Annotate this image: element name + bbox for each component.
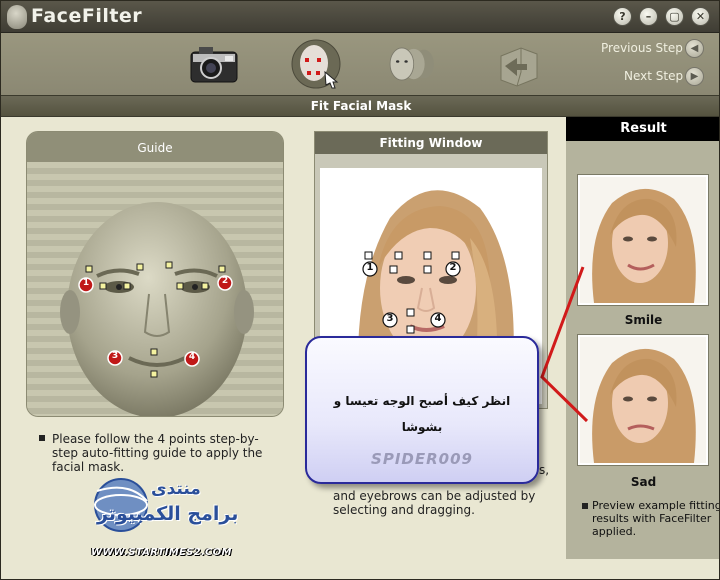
forum-url: WWW.STARTIMES2.COM <box>91 547 232 558</box>
result-sad-image <box>578 335 708 465</box>
overlay-line-1: انظر كيف أصبح الوجه تعيسا و <box>333 394 511 408</box>
facefilter-window: FaceFilter ? – ▢ ✕ Previous Step ◀ Next … <box>0 0 720 580</box>
fit-point-4[interactable]: 4 <box>431 313 445 324</box>
fit-point-1[interactable]: 1 <box>363 262 377 273</box>
fit-point-3[interactable]: 3 <box>383 313 397 324</box>
guide-point-4: 4 <box>188 352 196 362</box>
guide-note: Please follow the 4 points step-by-step … <box>52 432 263 474</box>
guide-bullet <box>39 435 45 441</box>
forum-name-line2: برامج الكمبيوتر <box>97 503 239 525</box>
guide-panel: Guide 1 2 3 4 <box>26 131 284 417</box>
fitting-note: and eyebrows can be adjusted by selectin… <box>333 489 536 517</box>
guide-point-3: 3 <box>111 351 119 361</box>
help-icon[interactable]: ? <box>613 7 632 26</box>
result-bullet <box>582 503 588 509</box>
guide-title: Guide <box>27 132 283 162</box>
app-logo-icon <box>7 5 27 29</box>
step-toolbar: Previous Step ◀ Next Step ▶ <box>1 33 719 95</box>
fitting-window-title: Fitting Window <box>315 132 547 154</box>
arabic-overlay-box: انظر كيف أصبح الوجه تعيسا و بشوشا SPIDER… <box>305 336 539 484</box>
faces-icon[interactable] <box>385 38 439 90</box>
guide-point-1: 1 <box>82 278 90 288</box>
result-smile-label: Smile <box>624 313 663 327</box>
app-title: FaceFilter <box>31 5 143 27</box>
fit-point-2[interactable]: 2 <box>446 262 460 273</box>
minimize-icon[interactable]: – <box>639 7 658 26</box>
guide-face-illustration <box>60 202 254 416</box>
face-mask-icon[interactable] <box>289 38 343 90</box>
overlay-line-2: بشوشا <box>401 420 443 434</box>
forum-name-line1: منتدى <box>151 479 201 499</box>
guide-point-2: 2 <box>221 276 229 286</box>
fit-note-fragment: s, <box>539 463 550 477</box>
step-title: Fit Facial Mask <box>1 95 719 117</box>
previous-arrow-icon[interactable]: ◀ <box>685 39 704 58</box>
result-note: Preview example fitting results with Fac… <box>592 499 720 538</box>
camera-icon[interactable] <box>187 38 241 90</box>
close-icon[interactable]: ✕ <box>691 7 710 26</box>
result-title: Result <box>566 117 719 141</box>
next-arrow-icon[interactable]: ▶ <box>685 67 704 86</box>
export-icon[interactable] <box>491 38 545 90</box>
previous-step-link[interactable]: Previous Step <box>601 41 683 55</box>
result-panel: Result Smile Sad Preview example fitting… <box>566 117 720 559</box>
next-step-link[interactable]: Next Step <box>624 69 683 83</box>
result-smile-image <box>578 175 708 305</box>
result-sad-label: Sad <box>630 475 657 489</box>
restore-icon[interactable]: ▢ <box>665 7 684 26</box>
overlay-watermark: SPIDER009 <box>371 450 473 468</box>
title-bar: FaceFilter ? – ▢ ✕ <box>1 1 719 33</box>
